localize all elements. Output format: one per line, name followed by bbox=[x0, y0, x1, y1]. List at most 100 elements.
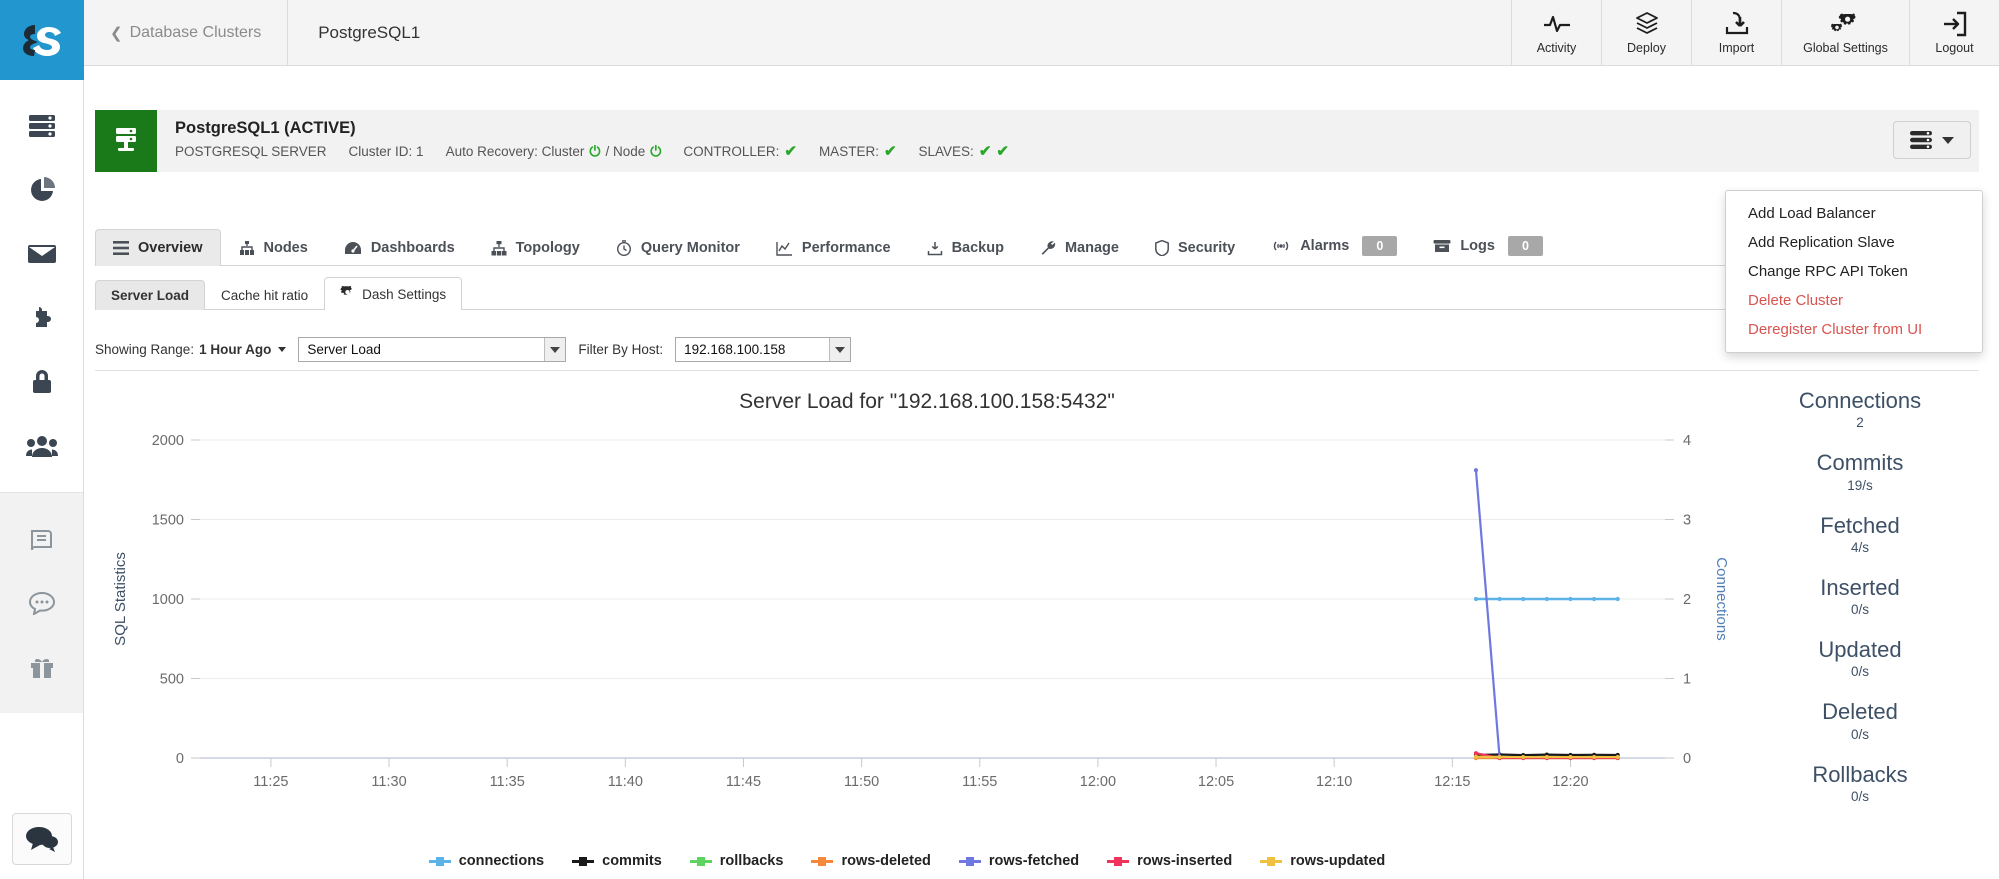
legend-swatch-rows-updated bbox=[1260, 856, 1283, 866]
topnav-logout-label: Logout bbox=[1935, 40, 1974, 55]
topnav-activity-label: Activity bbox=[1536, 40, 1577, 55]
chart-title: Server Load for "192.168.100.158:5432" bbox=[739, 390, 1115, 413]
legend-label-rows-deleted: rows-deleted bbox=[841, 853, 931, 869]
list-bars-icon bbox=[113, 241, 129, 255]
svg-text:12:20: 12:20 bbox=[1552, 774, 1588, 790]
tab-performance[interactable]: Performance bbox=[758, 229, 909, 266]
slaves-label: SLAVES: bbox=[918, 143, 974, 159]
check-icon-slave-1: ✔ bbox=[978, 143, 992, 160]
check-icon-controller: ✔ bbox=[784, 143, 797, 160]
legend-label-rows-fetched: rows-fetched bbox=[988, 853, 1080, 869]
svg-text:11:30: 11:30 bbox=[371, 774, 406, 790]
sub-tab-server-load[interactable]: Server Load bbox=[95, 280, 206, 310]
master-label: MASTER: bbox=[818, 143, 879, 159]
svg-text:0: 0 bbox=[176, 751, 184, 767]
tab-topology[interactable]: Topology bbox=[473, 229, 598, 266]
host-select[interactable]: 192.168.100.158 bbox=[675, 337, 852, 362]
legend-item-rows-updated[interactable]: rows-updated bbox=[1260, 853, 1385, 869]
auto-recovery-label: Auto Recovery: Cluster bbox=[445, 143, 585, 159]
svg-text:12:05: 12:05 bbox=[1198, 774, 1234, 790]
sub-tab-dash-settings[interactable]: Dash Settings bbox=[324, 277, 463, 310]
tab-manage[interactable]: Manage bbox=[1022, 229, 1137, 266]
chart-type-select[interactable]: Server Load bbox=[298, 337, 567, 362]
auto-recovery-node-label: / Node bbox=[605, 143, 646, 159]
chevron-down-icon bbox=[550, 346, 561, 353]
tab-overview[interactable]: Overview bbox=[95, 229, 221, 266]
tab-dashboards[interactable]: Dashboards bbox=[326, 229, 473, 266]
auto-recovery: Auto Recovery: Cluster ⏻ / Node ⏻ bbox=[446, 143, 662, 160]
menu-item-deregister-cluster[interactable]: Deregister Cluster from UI bbox=[1726, 315, 1982, 344]
chevron-down-icon bbox=[835, 346, 846, 353]
svg-text:2000: 2000 bbox=[152, 433, 184, 449]
topnav-deploy-label: Deploy bbox=[1627, 40, 1666, 55]
chat-widget-button[interactable] bbox=[12, 813, 72, 865]
legend-item-rows-fetched[interactable]: rows-fetched bbox=[958, 853, 1080, 869]
tab-security[interactable]: Security bbox=[1137, 229, 1253, 266]
sidebar-item-clusters[interactable] bbox=[0, 94, 83, 158]
stat-deleted: Deleted 0/s bbox=[1735, 699, 1985, 741]
tab-backup[interactable]: Backup bbox=[909, 229, 1022, 266]
sidebar-secondary-group bbox=[0, 492, 83, 713]
legend-item-commits[interactable]: commits bbox=[572, 853, 662, 869]
legend-swatch-rows-deleted bbox=[811, 856, 834, 866]
sidebar-item-whats-new[interactable] bbox=[0, 635, 83, 699]
legend-label-rows-updated: rows-updated bbox=[1290, 853, 1386, 869]
cluster-status-badge bbox=[95, 110, 157, 172]
app-logo[interactable] bbox=[0, 0, 84, 80]
chevron-left-icon: ❮ bbox=[110, 24, 123, 42]
tab-alarms[interactable]: Alarms 0 bbox=[1253, 225, 1415, 266]
sidebar-item-integrations[interactable] bbox=[0, 286, 83, 350]
sidebar-item-mail[interactable] bbox=[0, 222, 83, 286]
check-icon-master: ✔ bbox=[883, 143, 897, 160]
breadcrumb-back-link[interactable]: ❮ Database Clusters bbox=[84, 0, 289, 65]
cluster-actions-button[interactable] bbox=[1893, 121, 1971, 159]
legend-item-rollbacks[interactable]: rollbacks bbox=[689, 853, 784, 869]
stat-fetched: Fetched 4/s bbox=[1735, 513, 1985, 555]
svg-text:11:55: 11:55 bbox=[962, 774, 997, 790]
legend-label-rows-inserted: rows-inserted bbox=[1137, 853, 1233, 869]
sidebar-item-support[interactable] bbox=[0, 571, 83, 635]
chart-legend: connections commits rollbacks rows-deleted r… bbox=[95, 853, 1719, 869]
legend-item-connections[interactable]: connections bbox=[428, 853, 544, 869]
sidebar-primary-group bbox=[0, 80, 83, 492]
svg-text:11:40: 11:40 bbox=[608, 774, 643, 790]
topology-icon bbox=[491, 240, 507, 256]
menu-item-add-replication-slave[interactable]: Add Replication Slave bbox=[1726, 228, 1982, 257]
topnav-activity[interactable]: Activity bbox=[1511, 0, 1601, 65]
svg-text:12:10: 12:10 bbox=[1316, 774, 1352, 790]
left-sidebar bbox=[0, 0, 84, 879]
wrench-icon bbox=[1040, 240, 1056, 256]
sidebar-item-users[interactable] bbox=[0, 414, 83, 478]
legend-item-rows-deleted[interactable]: rows-deleted bbox=[811, 853, 931, 869]
select-arrow bbox=[829, 338, 851, 361]
svg-text:1000: 1000 bbox=[152, 592, 184, 608]
tab-topology-label: Topology bbox=[515, 240, 580, 256]
topnav-deploy[interactable]: Deploy bbox=[1601, 0, 1691, 65]
menu-item-change-rpc-api-token[interactable]: Change RPC API Token bbox=[1726, 257, 1982, 286]
power-icon-cluster: ⏻ bbox=[589, 142, 601, 159]
stat-inserted: Inserted 0/s bbox=[1735, 575, 1985, 617]
showing-range-dropdown[interactable]: Showing Range: 1 Hour Ago bbox=[95, 342, 287, 357]
sub-tab-cache-hit-ratio-label: Cache hit ratio bbox=[221, 288, 309, 303]
showing-range-value: 1 Hour Ago bbox=[199, 342, 272, 357]
chevron-down-icon bbox=[1942, 136, 1954, 144]
top-bar: ❮ Database Clusters PostgreSQL1 Activity… bbox=[84, 0, 1999, 66]
menu-item-add-load-balancer[interactable]: Add Load Balancer bbox=[1726, 199, 1982, 228]
tab-query-monitor[interactable]: Query Monitor bbox=[598, 229, 758, 266]
topnav-import[interactable]: Import bbox=[1691, 0, 1781, 65]
legend-item-rows-inserted[interactable]: rows-inserted bbox=[1107, 853, 1232, 869]
sub-tab-server-load-label: Server Load bbox=[111, 288, 190, 303]
menu-item-delete-cluster[interactable]: Delete Cluster bbox=[1726, 286, 1982, 315]
stat-fetched-name: Fetched bbox=[1820, 512, 1900, 538]
stat-rollbacks-name: Rollbacks bbox=[1812, 761, 1908, 787]
tab-nodes[interactable]: Nodes bbox=[221, 229, 326, 266]
sub-tab-cache-hit-ratio[interactable]: Cache hit ratio bbox=[205, 280, 324, 310]
topnav-global-settings[interactable]: Global Settings bbox=[1781, 0, 1909, 65]
chart-canvas[interactable]: 0 500 1000 1500 2000 0 1 2 3 4 11:25 11:30 11:35 11:4… bbox=[95, 426, 1775, 826]
legend-label-rollbacks: rollbacks bbox=[719, 853, 784, 869]
sidebar-item-docs[interactable] bbox=[0, 507, 83, 571]
tab-logs[interactable]: Logs 0 bbox=[1415, 225, 1561, 266]
sidebar-item-reports[interactable] bbox=[0, 158, 83, 222]
topnav-logout[interactable]: Logout bbox=[1909, 0, 1999, 65]
stat-commits-value: 19/s bbox=[1847, 477, 1873, 493]
